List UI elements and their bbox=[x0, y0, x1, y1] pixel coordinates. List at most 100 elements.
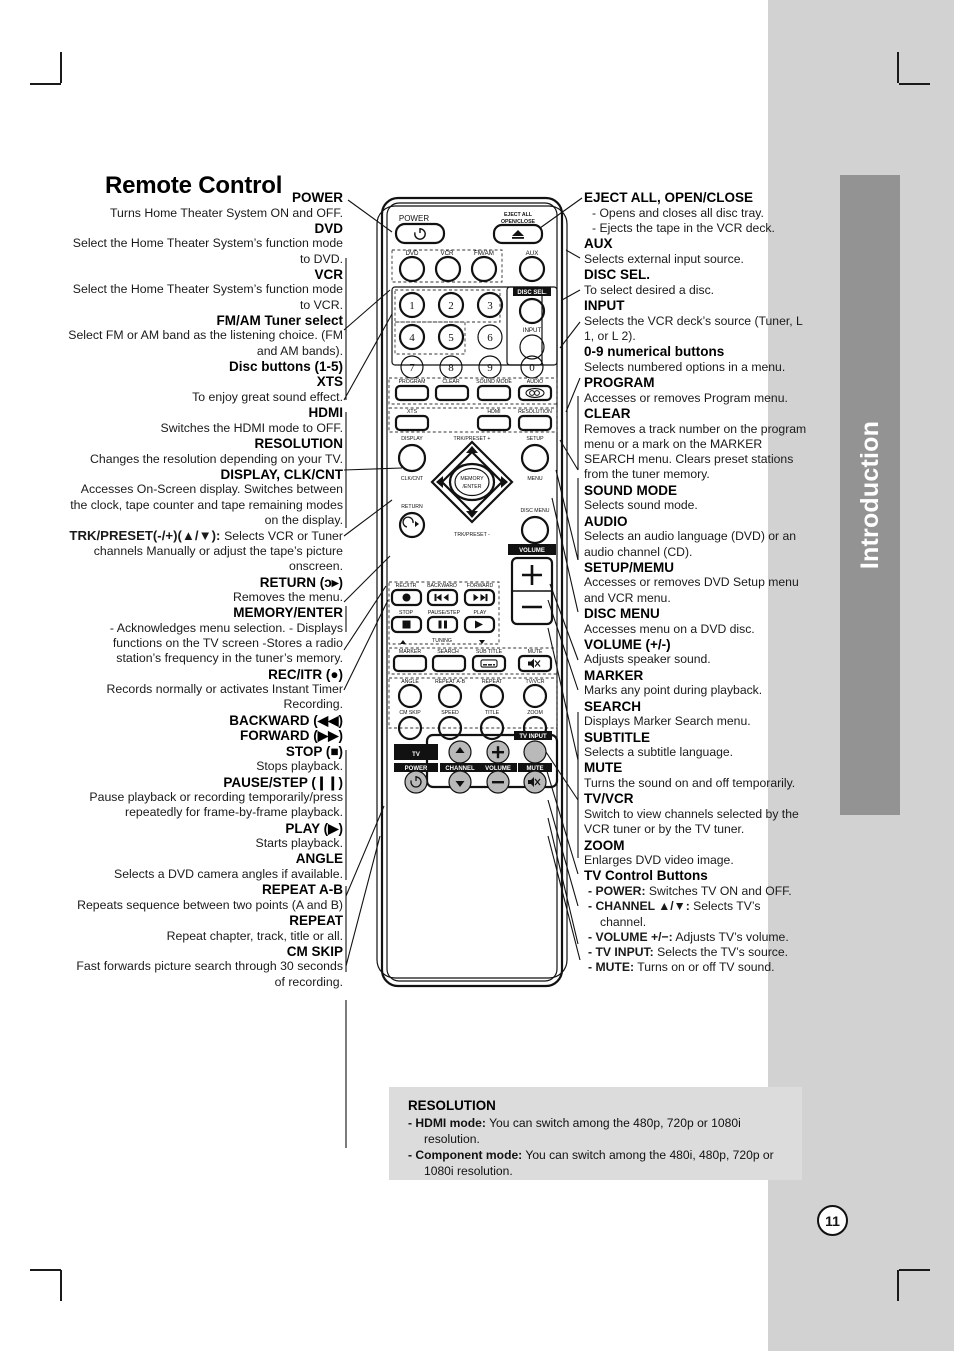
svg-text:STOP: STOP bbox=[399, 610, 414, 616]
callout-text: - Opens and closes all disc tray. bbox=[592, 205, 764, 220]
callout-heading: HDMI bbox=[308, 405, 344, 421]
callout-text: Displays Marker Search menu. bbox=[584, 714, 751, 729]
callout-heading: AUX bbox=[584, 236, 613, 252]
crop-mark-bl-h bbox=[30, 1269, 61, 1271]
section-tab-introduction: Introduction bbox=[840, 175, 900, 815]
left-callout-column: POWER Turns Home Theater System ON and OF… bbox=[66, 190, 343, 990]
svg-text:CLK/CNT: CLK/CNT bbox=[401, 476, 424, 482]
svg-text:8: 8 bbox=[448, 362, 454, 374]
remote-control-diagram: .bd2{fill:none;stroke:#111;stroke-width:… bbox=[372, 192, 586, 992]
callout-heading: PLAY (▶) bbox=[285, 820, 343, 836]
right-callout-15: MUTE Turns the sound on and off temporari… bbox=[584, 760, 808, 791]
right-callout-11: VOLUME (+/-) Adjusts speaker sound. bbox=[584, 637, 808, 668]
svg-text:XTS: XTS bbox=[407, 409, 418, 415]
callout-text: Switch to view channels selected by the … bbox=[584, 806, 799, 837]
svg-text:CM SKIP: CM SKIP bbox=[399, 710, 421, 716]
crop-mark-bl-v bbox=[60, 1270, 62, 1301]
svg-text:BACKWARD: BACKWARD bbox=[427, 583, 457, 589]
right-callout-17: ZOOM Enlarges DVD video image. bbox=[584, 838, 808, 869]
callout-text: Marks any point during playback. bbox=[584, 683, 763, 698]
svg-text:TV INPUT: TV INPUT bbox=[519, 734, 547, 740]
page-number-badge: 11 bbox=[817, 1205, 848, 1236]
callout-text: Starts playback. bbox=[255, 836, 343, 851]
callout-heading: SETUP/MEMU bbox=[584, 559, 675, 575]
svg-text:ZOOM: ZOOM bbox=[527, 710, 543, 716]
tv-control-item-label: - CHANNEL ▲/▼: bbox=[588, 899, 690, 914]
left-callout-0: POWER Turns Home Theater System ON and OF… bbox=[66, 190, 343, 221]
callout-text: Repeats sequence between two points (A a… bbox=[77, 897, 343, 912]
svg-text:AUDIO: AUDIO bbox=[527, 379, 543, 385]
svg-text:SPEED: SPEED bbox=[441, 710, 459, 716]
callout-heading: POWER bbox=[291, 190, 343, 205]
left-callout-8: DISPLAY, CLK/CNT Accesses On-Screen displ… bbox=[66, 467, 343, 528]
tv-control-item-1: - CHANNEL ▲/▼: Selects TV’s channel. bbox=[588, 899, 761, 929]
section-tab-label: Introduction bbox=[855, 420, 884, 570]
right-callout-10: DISC MENU Accesses menu on a DVD disc. bbox=[584, 606, 808, 637]
callout-heading: 0-9 numerical buttons bbox=[584, 344, 725, 360]
callout-heading: CM SKIP bbox=[286, 943, 343, 959]
left-callout-5: XTS To enjoy great sound effect. bbox=[66, 374, 343, 405]
resolution-note-box: RESOLUTION - HDMI mode: You can switch a… bbox=[389, 1087, 802, 1180]
callout-text: Select the Home Theater System’s functio… bbox=[72, 282, 343, 312]
callout-text: Changes the resolution depending on your… bbox=[90, 451, 343, 466]
svg-text:3: 3 bbox=[487, 300, 493, 312]
callout-text: Turns Home Theater System ON and OFF. bbox=[109, 205, 343, 220]
left-callout-10: RETURN (ɔ▸) Removes the menu. bbox=[66, 575, 343, 606]
callout-heading: FORWARD (▶▶) bbox=[239, 728, 343, 744]
left-callout-7: RESOLUTION Changes the resolution dependi… bbox=[66, 436, 343, 467]
callout-text: - Ejects the tape in the VCR deck. bbox=[592, 220, 775, 235]
callout-text: Accesses menu on a DVD disc. bbox=[584, 621, 755, 636]
svg-text:HDMI: HDMI bbox=[487, 409, 500, 415]
left-callout-19: REPEAT A-B Repeats sequence between two p… bbox=[66, 882, 343, 913]
callout-heading: Disc buttons (1-5) bbox=[228, 358, 343, 374]
left-callout-15: STOP (■) Stops playback. bbox=[66, 744, 343, 775]
callout-text: To enjoy great sound effect. bbox=[192, 389, 343, 404]
tv-control-item-label: - VOLUME +/−: bbox=[588, 929, 673, 944]
callout-heading: EJECT ALL, OPEN/CLOSE bbox=[584, 190, 754, 205]
callout-heading: VOLUME (+/-) bbox=[584, 636, 671, 652]
left-callout-6: HDMI Switches the HDMI mode to OFF. bbox=[66, 405, 343, 436]
svg-text:FORWARD: FORWARD bbox=[467, 583, 494, 589]
callout-heading: REPEAT A-B bbox=[262, 882, 343, 898]
tv-control-item-label: - MUTE: bbox=[588, 960, 635, 975]
right-callout-0: EJECT ALL, OPEN/CLOSE - Opens and closes … bbox=[584, 190, 808, 236]
callout-heading: PROGRAM bbox=[584, 375, 655, 391]
svg-text:RESOLUTION: RESOLUTION bbox=[518, 409, 552, 415]
svg-text:VOLUME: VOLUME bbox=[519, 548, 545, 554]
svg-text:SUB TITLE: SUB TITLE bbox=[476, 649, 503, 655]
tv-control-item-2: - VOLUME +/−: Adjusts TV’s volume. bbox=[588, 929, 789, 944]
tv-control-item-label: - TV INPUT: bbox=[588, 945, 654, 960]
right-callout-2: DISC SEL. To select desired a disc. bbox=[584, 267, 808, 298]
callout-text: Accesses or removes DVD Setup menu and V… bbox=[584, 575, 799, 605]
right-callout-column: EJECT ALL, OPEN/CLOSE - Opens and closes … bbox=[584, 190, 808, 976]
left-callout-16: PAUSE/STEP (❙❙) Pause playback or recordi… bbox=[66, 775, 343, 821]
callout-text: - Acknowledges menu selection. - Display… bbox=[109, 620, 343, 666]
left-callout-17: PLAY (▶) Starts playback. bbox=[66, 821, 343, 852]
svg-text:DISC MENU: DISC MENU bbox=[520, 508, 549, 514]
note-line-1: - Component mode: You can switch among t… bbox=[408, 1148, 774, 1178]
svg-text:5: 5 bbox=[448, 332, 454, 344]
callout-heading: SEARCH bbox=[584, 698, 642, 714]
left-callout-9: TRK/PRESET(-/+)(▲/▼): Selects VCR or Tun… bbox=[66, 528, 343, 575]
crop-mark-tl-v bbox=[60, 52, 62, 83]
callout-heading: MEMORY/ENTER bbox=[233, 605, 343, 621]
callout-text: Select FM or AM band as the listening ch… bbox=[68, 328, 343, 358]
right-callout-6: CLEAR Removes a track number on the progr… bbox=[584, 406, 808, 483]
left-callout-11: MEMORY/ENTER - Acknowledges menu selectio… bbox=[66, 605, 343, 666]
svg-text:CLEAR: CLEAR bbox=[442, 379, 460, 385]
svg-text:RETURN: RETURN bbox=[401, 504, 423, 510]
callout-heading: ANGLE bbox=[295, 851, 343, 867]
callout-heading: DISC SEL. bbox=[584, 267, 651, 283]
left-callout-2: VCR Select the Home Theater System’s func… bbox=[66, 267, 343, 313]
tv-control-block: TV Control Buttons - POWER: Switches TV O… bbox=[584, 868, 808, 975]
svg-text:2: 2 bbox=[448, 300, 454, 312]
callout-text: Selects numbered options in a menu. bbox=[584, 359, 786, 374]
svg-text:6: 6 bbox=[487, 332, 493, 344]
callout-heading: VCR bbox=[314, 266, 343, 282]
svg-text:/ENTER: /ENTER bbox=[462, 484, 481, 490]
svg-text:TRK/PRESET -: TRK/PRESET - bbox=[454, 532, 490, 538]
callout-heading: TV/VCR bbox=[584, 791, 634, 807]
right-callout-13: SEARCH Displays Marker Search menu. bbox=[584, 699, 808, 730]
svg-text:EJECT ALL: EJECT ALL bbox=[504, 212, 533, 218]
right-callout-9: SETUP/MEMU Accesses or removes DVD Setup … bbox=[584, 560, 808, 606]
